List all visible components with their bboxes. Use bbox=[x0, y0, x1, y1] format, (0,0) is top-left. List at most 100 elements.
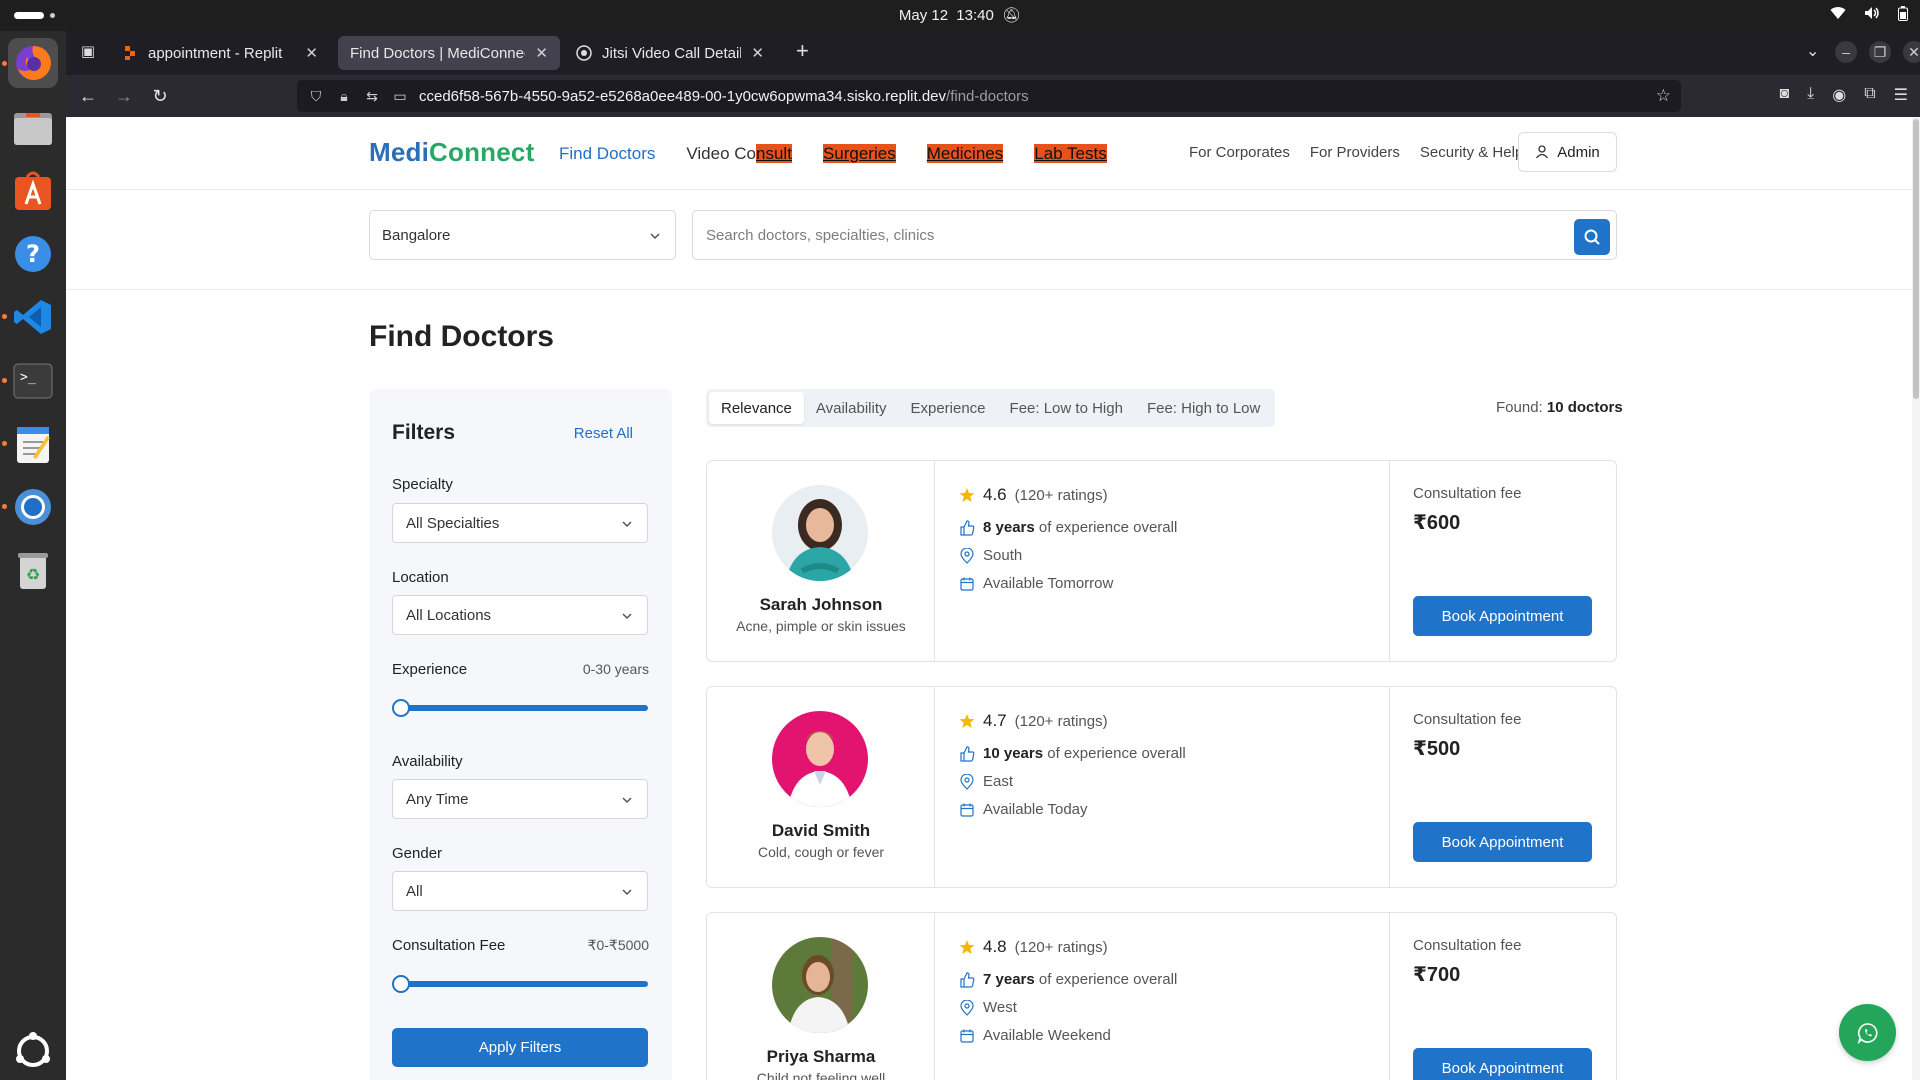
doctor-availability: Available Today bbox=[983, 801, 1088, 818]
bookmark-star-icon[interactable]: ☆ bbox=[1656, 86, 1671, 106]
files-icon[interactable] bbox=[8, 103, 58, 153]
search-box bbox=[692, 210, 1617, 260]
doctor-name[interactable]: Sarah Johnson bbox=[707, 595, 935, 615]
reset-all-link[interactable]: Reset All bbox=[574, 425, 633, 442]
pocket-icon[interactable]: ◙ bbox=[1780, 85, 1790, 105]
terminal-icon[interactable]: >_ bbox=[8, 356, 58, 406]
chevron-down-icon bbox=[622, 889, 632, 896]
consultation-fee-label: Consultation fee bbox=[1413, 485, 1522, 502]
city-select[interactable]: Bangalore bbox=[369, 210, 676, 260]
fee-section: Consultation fee ₹600 Book Appointment bbox=[1389, 461, 1616, 661]
search-button[interactable] bbox=[1574, 219, 1610, 255]
permissions-icon[interactable]: ⇆ bbox=[363, 88, 381, 105]
extensions-icon[interactable]: ⧉ bbox=[1864, 85, 1875, 105]
new-tab-icon[interactable]: + bbox=[796, 40, 809, 62]
chromium-icon[interactable] bbox=[8, 482, 58, 532]
firefox-icon[interactable] bbox=[8, 38, 58, 88]
list-tabs-chevron-icon[interactable]: ⌄ bbox=[1806, 41, 1819, 61]
fee-slider[interactable] bbox=[392, 975, 648, 993]
doctor-avatar[interactable] bbox=[772, 711, 868, 807]
slider-thumb[interactable] bbox=[392, 975, 410, 993]
help-icon[interactable]: ? bbox=[8, 229, 58, 279]
search-icon bbox=[1584, 229, 1600, 245]
nav-surgeries[interactable]: Surgeries bbox=[822, 144, 896, 164]
url-bar[interactable]: ⛉ 🔒︎ ⇆ ▭ cced6f58-567b-4550-9a52-e5268a0… bbox=[297, 80, 1681, 112]
sort-availability[interactable]: Availability bbox=[804, 392, 899, 424]
nav-find-doctors[interactable]: Find Doctors bbox=[559, 144, 655, 164]
system-tray[interactable] bbox=[1830, 6, 1908, 25]
admin-button[interactable]: Admin bbox=[1518, 132, 1617, 172]
availability-row: Available Weekend bbox=[959, 1027, 1111, 1044]
vscode-icon[interactable] bbox=[8, 292, 58, 342]
back-icon[interactable]: ← bbox=[76, 84, 100, 108]
show-apps-icon[interactable] bbox=[8, 1026, 58, 1076]
tab-find-doctors[interactable]: Find Doctors | MediConnect ✕ bbox=[338, 36, 560, 70]
link-for-providers[interactable]: For Providers bbox=[1310, 144, 1400, 161]
sort-bar: Relevance Availability Experience Fee: L… bbox=[706, 389, 1276, 427]
jitsi-favicon-icon bbox=[576, 45, 592, 61]
sort-relevance[interactable]: Relevance bbox=[709, 392, 804, 424]
book-appointment-button[interactable]: Book Appointment bbox=[1413, 822, 1592, 862]
menu-icon[interactable]: ☰ bbox=[1894, 85, 1908, 105]
book-appointment-button[interactable]: Book Appointment bbox=[1413, 1048, 1592, 1080]
minimize-icon[interactable]: – bbox=[1835, 41, 1857, 63]
calendar-icon bbox=[960, 577, 974, 591]
experience-slider[interactable] bbox=[392, 699, 648, 717]
nav-lab-tests[interactable]: Lab Tests bbox=[1034, 144, 1107, 164]
whatsapp-chat-button[interactable] bbox=[1839, 1004, 1896, 1061]
trash-icon[interactable]: ♻ bbox=[8, 545, 58, 595]
sort-fee-high-low[interactable]: Fee: High to Low bbox=[1135, 392, 1272, 424]
doctor-avatar[interactable] bbox=[772, 937, 868, 1033]
text-editor-icon[interactable] bbox=[8, 419, 58, 469]
availability-select[interactable]: Any Time bbox=[392, 779, 648, 819]
tab-close-icon[interactable]: ✕ bbox=[751, 44, 764, 62]
sort-experience[interactable]: Experience bbox=[898, 392, 997, 424]
location-select[interactable]: All Locations bbox=[392, 595, 648, 635]
tab-close-icon[interactable]: ✕ bbox=[535, 44, 548, 62]
battery-icon bbox=[1898, 6, 1908, 25]
consultation-fee-label: Consultation fee bbox=[1413, 711, 1522, 728]
tracking-shield-icon[interactable]: ⛉ bbox=[307, 88, 325, 105]
app-center-icon[interactable] bbox=[8, 166, 58, 216]
experience-suffix: of experience overall bbox=[1047, 745, 1186, 762]
close-window-icon[interactable]: ✕ bbox=[1903, 41, 1920, 63]
apply-filters-button[interactable]: Apply Filters bbox=[392, 1028, 648, 1067]
sort-fee-low-high[interactable]: Fee: Low to High bbox=[998, 392, 1135, 424]
gender-select[interactable]: All bbox=[392, 871, 648, 911]
results-count: Found: 10 doctors bbox=[1496, 399, 1623, 416]
doctor-name[interactable]: David Smith bbox=[707, 821, 935, 841]
forward-icon[interactable]: → bbox=[112, 84, 136, 108]
account-icon[interactable]: ◉ bbox=[1832, 85, 1846, 105]
lock-icon[interactable]: 🔒︎ bbox=[335, 88, 353, 105]
restore-icon[interactable]: ❐ bbox=[1869, 41, 1891, 63]
experience-suffix: of experience overall bbox=[1038, 971, 1178, 988]
tab-close-icon[interactable]: ✕ bbox=[305, 44, 318, 62]
nav-medicines[interactable]: Medicines bbox=[926, 144, 1004, 164]
user-icon bbox=[1536, 145, 1549, 159]
volume-icon bbox=[1864, 6, 1880, 25]
url-path: /find-doctors bbox=[946, 87, 1029, 105]
search-input[interactable] bbox=[694, 212, 1554, 258]
nav-video-consult[interactable]: Video Consult bbox=[686, 144, 792, 164]
consultation-fee-value: ₹500 bbox=[1413, 738, 1461, 760]
system-clock[interactable]: May 12 13:40 🔕︎ bbox=[0, 6, 1920, 24]
site-header: MediConnect Find Doctors Video Consult S… bbox=[66, 117, 1912, 190]
consultation-fee-value: ₹600 bbox=[1413, 512, 1461, 534]
tab-jitsi[interactable]: Jitsi Video Call Details ✕ bbox=[564, 36, 776, 70]
link-for-corporates[interactable]: For Corporates bbox=[1189, 144, 1290, 161]
doctor-avatar[interactable] bbox=[772, 485, 868, 581]
site-logo[interactable]: MediConnect bbox=[369, 137, 534, 168]
page-scrollbar[interactable] bbox=[1912, 117, 1920, 1080]
slider-thumb[interactable] bbox=[392, 699, 410, 717]
firefox-view-icon[interactable]: ▣ bbox=[76, 40, 100, 64]
scrollbar-thumb[interactable] bbox=[1913, 119, 1919, 399]
doctor-name[interactable]: Priya Sharma bbox=[707, 1047, 935, 1067]
book-appointment-button[interactable]: Book Appointment bbox=[1413, 596, 1592, 636]
specialty-select[interactable]: All Specialties bbox=[392, 503, 648, 543]
nav-surgeries-label: Surgeries bbox=[822, 144, 896, 163]
reload-icon[interactable]: ↻ bbox=[148, 84, 172, 108]
downloads-icon[interactable]: ⤓ bbox=[1807, 85, 1814, 105]
experience-years: 7 years bbox=[983, 971, 1035, 988]
tab-appointment-replit[interactable]: appointment - Replit ✕ bbox=[110, 36, 330, 70]
link-security-help[interactable]: Security & Help bbox=[1420, 144, 1523, 161]
